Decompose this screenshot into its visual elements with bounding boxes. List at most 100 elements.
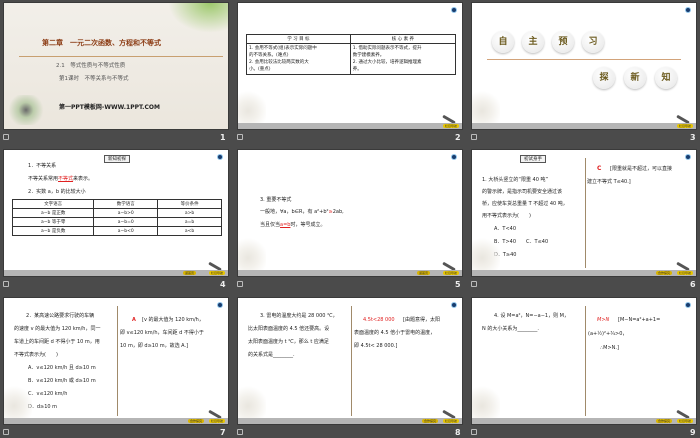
lesson-title: 第1课时 不等关系与不等式: [59, 76, 129, 82]
slide-thumbnail-8[interactable]: 3. 雷电的温度大约是 28 000 ℃， 比太阳表面温度的 4.5 倍还要高。…: [237, 297, 463, 425]
explore-button[interactable]: 合作探究: [187, 419, 204, 423]
text-line: 3. 重要不等式: [260, 197, 292, 203]
column-divider: [117, 306, 118, 416]
slide-number: 8: [455, 428, 461, 437]
slide-thumbnail-4[interactable]: 新知初探 1．不等关系 不等关系常用不等式来表示。 2．实数 a，b 的比较大小…: [3, 149, 229, 277]
willow-decoration: [168, 3, 228, 33]
badge-icon: [685, 154, 691, 160]
flower-decoration: [472, 230, 500, 270]
comparison-table: 文字语言 数学语言 等价条件 a−b 是正数 a−b>0 a>b a−b 等于零 a−b=…: [11, 199, 222, 236]
transition-star-icon: [3, 429, 9, 435]
slide-number: 2: [455, 133, 461, 142]
transition-star-icon: [237, 281, 243, 287]
title-char: 主: [522, 31, 544, 53]
badge-icon: [685, 7, 691, 13]
question-line: 用不等式表示为( ): [482, 213, 531, 219]
badge-icon: [451, 7, 457, 13]
title-char: 预: [552, 31, 574, 53]
slide-number: 6: [690, 280, 696, 289]
answer: 4.5t<28 000: [363, 317, 395, 323]
title-char: 知: [655, 67, 677, 89]
question-line: 的警示牌，是指示司机要安全通过该: [482, 189, 563, 195]
divider: [19, 56, 223, 57]
explore-button[interactable]: 合作探究: [421, 419, 438, 423]
explore-button[interactable]: 合作探究: [655, 419, 672, 423]
text-line: 2．实数 a，b 的比较大小: [28, 189, 86, 195]
title-char: 自: [492, 31, 514, 53]
slide-thumbnail-6[interactable]: 初试身手 1. 大桥头竖立的“限重 40 吨” 的警示牌，是指示司机要安全通过该…: [471, 149, 697, 277]
transition-star-icon: [471, 134, 477, 140]
section-title: 2.1 等式性质与不等式性质: [56, 63, 126, 69]
column-divider: [585, 306, 586, 416]
slide-thumbnail-9[interactable]: 4. 设 M=a²，N=−a−1，则 M， N 的大小关系为________. …: [471, 297, 697, 425]
explanation: 即 v≤120 km/h，车间距 d 不得小于: [120, 330, 204, 336]
home-button[interactable]: 返首页: [182, 271, 196, 275]
explanation: ∴M>N.]: [600, 345, 619, 351]
question-line: 2．某高速公路要求行驶的车辆: [26, 313, 95, 319]
slide-thumbnail-3[interactable]: 自 主 预 习 探 新 知 栏目导航: [471, 2, 697, 130]
question-line: 1. 大桥头竖立的“限重 40 吨”: [482, 177, 549, 183]
explore-button[interactable]: 合作探究: [655, 271, 672, 275]
text-line: 1．不等关系: [28, 163, 57, 169]
question-line: 不等式表示为( ): [14, 352, 58, 358]
explanation: 即 4.5t< 28 000.]: [354, 343, 398, 349]
flower-decoration: [4, 378, 32, 418]
title-char: 新: [624, 67, 646, 89]
explanation: [M−N=a²+a+1=: [618, 317, 661, 323]
explanation: [v 的最大值为 120 km/h，: [142, 317, 204, 323]
column-divider: [585, 158, 586, 268]
answer: A: [132, 317, 136, 323]
nav-button[interactable]: 栏目导航: [208, 419, 225, 423]
slide-thumbnail-2[interactable]: 学 习 目 标核 心 素 养 1. 会用不等式(组)表示实际问题中 的不等关系。(…: [237, 2, 463, 130]
question-line: 太阳表面温度为 t ℃，那么 t 应满足: [248, 339, 329, 345]
objectives-table: 学 习 目 标核 心 素 养 1. 会用不等式(组)表示实际问题中 的不等关系。(…: [246, 34, 457, 75]
slide-number: 5: [455, 280, 461, 289]
question-line: 车道上的车间距 d 不得小于 10 m，用: [14, 339, 100, 345]
slide-thumbnail-1[interactable]: 第二章 一元二次函数、方程和不等式 2.1 等式性质与不等式性质 第1课时 不等…: [3, 2, 229, 130]
option: A．v≤120 km/h 且 d≥10 m: [28, 365, 96, 371]
answer: C: [597, 165, 602, 172]
explanation: 表面温度的 4.5 倍小于雷电的温度，: [354, 330, 436, 336]
slide-number: 3: [690, 133, 696, 142]
question-line: 的速度 v 的最大值为 120 km/h，同一: [14, 326, 101, 332]
text-line: 一般地，∀a，b∈R，有 a²+b²≥2ab,: [260, 209, 344, 215]
option: D．d≥10 m: [28, 404, 58, 410]
flower-decoration: [238, 378, 266, 418]
question-line: 桥，应使车货总重量 T 不超过 40 吨，: [482, 201, 568, 207]
question-line: 的关系式是________.: [248, 352, 295, 358]
explanation: [限重就是不超过，可以直接: [610, 166, 672, 172]
explanation: 10 m，即 d≥10 m，故选 A.]: [120, 343, 189, 349]
nav-button[interactable]: 栏目导航: [676, 124, 693, 128]
flower-decoration: [472, 83, 500, 123]
question-line: N 的大小关系为________.: [482, 326, 539, 332]
answer: M>N: [597, 317, 610, 323]
nav-button[interactable]: 栏目导航: [208, 271, 225, 275]
transition-star-icon: [3, 134, 9, 140]
slide-number: 7: [220, 428, 226, 437]
question-line: 3. 雷电的温度大约是 28 000 ℃，: [260, 313, 338, 319]
nav-button[interactable]: 栏目导航: [442, 124, 459, 128]
question-line: 4. 设 M=a²，N=−a−1，则 M，: [494, 313, 569, 319]
option: B．T>40 C．T≤40: [494, 239, 549, 245]
explanation: [由题意得，太阳: [403, 317, 440, 323]
flower-decoration: [238, 230, 266, 270]
title-char: 习: [582, 31, 604, 53]
question-line: 比太阳表面温度的 4.5 倍还要高。设: [248, 326, 330, 332]
nav-button[interactable]: 栏目导航: [676, 271, 693, 275]
divider: [487, 59, 681, 60]
flower-decoration: [472, 378, 500, 418]
slide-number: 9: [690, 428, 696, 437]
option: C．v≤120 km/h: [28, 391, 68, 397]
nav-button[interactable]: 栏目导航: [442, 271, 459, 275]
nav-button[interactable]: 栏目导航: [442, 419, 459, 423]
slide-thumbnail-5[interactable]: 3. 重要不等式 一般地，∀a，b∈R，有 a²+b²≥2ab, 当且仅当a=b…: [237, 149, 463, 277]
transition-star-icon: [471, 281, 477, 287]
slide-thumbnail-7[interactable]: 2．某高速公路要求行驶的车辆 的速度 v 的最大值为 120 km/h，同一 车…: [3, 297, 229, 425]
section-heading: 初试身手: [520, 155, 546, 163]
badge-icon: [451, 154, 457, 160]
home-button[interactable]: 返首页: [416, 271, 430, 275]
slide-number: 1: [220, 133, 226, 142]
nav-button[interactable]: 栏目导航: [676, 419, 693, 423]
transition-star-icon: [237, 429, 243, 435]
transition-star-icon: [237, 134, 243, 140]
